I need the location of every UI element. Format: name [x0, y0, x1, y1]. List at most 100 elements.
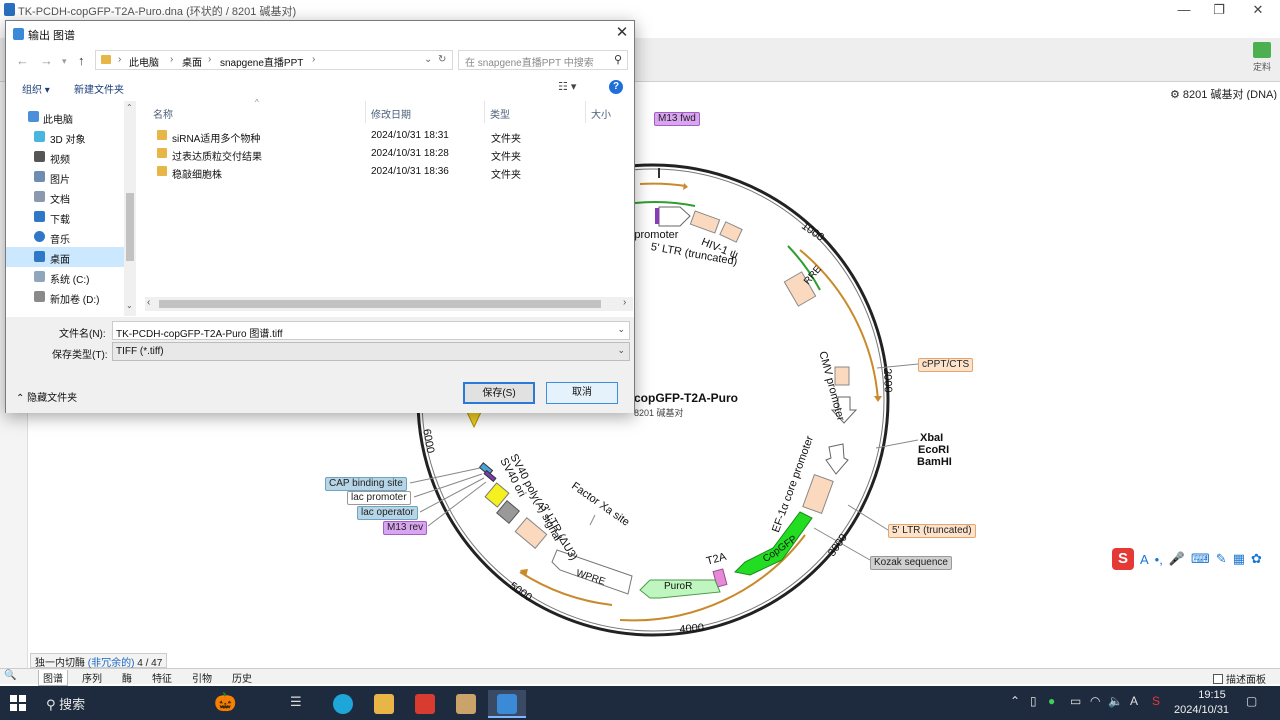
column-divider[interactable] — [585, 101, 586, 123]
ime-mode-icon[interactable]: A — [1130, 694, 1138, 708]
description-panel-toggle[interactable]: 描述面板 — [1213, 671, 1266, 686]
feature-label-lac-promoter[interactable]: lac promoter — [347, 491, 411, 505]
filename-input[interactable]: TK-PCDH-copGFP-T2A-Puro 图谱.tiff ⌄ — [112, 321, 630, 340]
notification-icon[interactable]: ▢ — [1246, 694, 1257, 708]
feature-label-cppt[interactable]: cPPT/CTS — [918, 358, 974, 372]
forward-arrow-icon[interactable]: → — [40, 53, 53, 68]
microphone-icon[interactable]: 🎤 — [1169, 551, 1185, 567]
feature-label-lac-operator[interactable]: lac operator — [357, 506, 418, 520]
enzyme-xbai[interactable]: XbaI — [920, 432, 943, 444]
wechat-icon[interactable]: ● — [1048, 694, 1055, 708]
apps-icon[interactable]: ▦ — [1233, 551, 1245, 567]
sogou-logo-icon[interactable]: S — [1112, 548, 1134, 570]
organize-button[interactable]: 组织 ▾ — [22, 81, 50, 96]
enzyme-bamhi[interactable]: BamHI — [917, 456, 952, 468]
unique-cutters-status[interactable]: 独一内切酶 (非冗余的) 4 / 47 — [30, 653, 168, 669]
nav-item-drive-d[interactable]: 新加卷 (D:) — [6, 287, 124, 307]
tab-map[interactable]: 图谱 — [38, 670, 68, 686]
clock-time[interactable]: 19:15 — [1192, 689, 1232, 701]
view-options-icon[interactable]: ☷ ▾ — [558, 80, 576, 93]
hide-folders-toggle[interactable]: ⌃ 隐藏文件夹 — [16, 389, 77, 404]
clock-date[interactable]: 2024/10/31 — [1174, 704, 1229, 716]
breadcrumb-desktop[interactable]: 桌面 — [182, 54, 202, 69]
phone-icon[interactable]: ▯ — [1030, 694, 1037, 708]
file-row[interactable]: siRNA适用多个物种 2024/10/31 18:31 文件夹 — [137, 127, 617, 145]
nav-item-downloads[interactable]: 下载 — [6, 207, 124, 227]
file-row[interactable]: 过表达质粒交付结果 2024/10/31 18:28 文件夹 — [137, 145, 617, 163]
feature-label-5ltr[interactable]: 5' LTR (truncated) — [888, 524, 976, 538]
address-dropdown-icon[interactable]: ⌄ — [424, 54, 432, 65]
nav-item-pictures[interactable]: 图片 — [6, 167, 124, 187]
horizontal-scrollbar[interactable]: ‹ › — [145, 297, 633, 311]
column-divider[interactable] — [365, 101, 366, 123]
nav-item-videos[interactable]: 视频 — [6, 147, 124, 167]
tray-expand-icon[interactable]: ⌃ — [1010, 694, 1020, 708]
nav-item-music[interactable]: 音乐 — [6, 227, 124, 247]
nav-item-drive-c[interactable]: 系统 (C:) — [6, 267, 124, 287]
scroll-left-icon[interactable]: ‹ — [147, 297, 150, 308]
display-icon[interactable]: ▭ — [1070, 694, 1081, 708]
chevron-down-icon[interactable]: ⌄ — [617, 324, 625, 335]
horizontal-scroll-thumb[interactable] — [159, 300, 601, 308]
ime-toolbar[interactable]: S A •, 🎤 ⌨ ✎ ▦ ✿ — [1112, 545, 1262, 573]
taskbar-app-w[interactable] — [447, 690, 485, 718]
tab-enzymes[interactable]: 酶 — [122, 670, 132, 685]
punctuation-icon[interactable]: •, — [1155, 552, 1163, 567]
taskbar-edge[interactable] — [324, 690, 362, 718]
breadcrumb-folder[interactable]: snapgene直播PPT — [220, 54, 303, 69]
tab-features[interactable]: 特征 — [152, 670, 172, 685]
taskbar-search[interactable]: ⚲ 搜索 — [46, 694, 85, 713]
feature-label-cap[interactable]: CAP binding site — [325, 477, 407, 491]
nav-item-this-pc[interactable]: 此电脑 — [6, 107, 124, 127]
new-folder-button[interactable]: 新建文件夹 — [74, 81, 124, 96]
taskbar-wps[interactable] — [406, 690, 444, 718]
column-type[interactable]: 类型 — [490, 106, 510, 121]
search-input[interactable]: 在 snapgene直播PPT 中搜索 ⚲ — [458, 50, 628, 70]
refresh-icon[interactable]: ↻ — [438, 54, 446, 65]
windows-start-icon[interactable] — [10, 695, 26, 711]
back-arrow-icon[interactable]: ← — [16, 53, 29, 68]
tab-history[interactable]: 历史 — [232, 670, 252, 685]
wifi-icon[interactable]: ◠ — [1090, 694, 1100, 708]
cancel-button[interactable]: 取消 — [546, 382, 618, 404]
sogou-tray-icon[interactable]: S — [1152, 694, 1160, 708]
zoom-icon[interactable]: 🔍 — [4, 670, 16, 681]
nav-item-documents[interactable]: 文档 — [6, 187, 124, 207]
file-row[interactable]: 稳敲细胞株 2024/10/31 18:36 文件夹 — [137, 163, 617, 181]
chevron-down-icon[interactable]: ⌄ — [617, 345, 625, 356]
keyboard-icon[interactable]: ⌨ — [1191, 551, 1210, 567]
scroll-up-icon[interactable]: ⌃ — [126, 103, 133, 112]
tab-primers[interactable]: 引物 — [192, 670, 212, 685]
volume-icon[interactable]: 🔈 — [1108, 694, 1123, 708]
column-name[interactable]: 名称 — [153, 106, 173, 121]
skin-icon[interactable]: ✎ — [1216, 551, 1227, 567]
column-date[interactable]: 修改日期 — [371, 106, 411, 121]
dialog-close-icon[interactable]: ✕ — [612, 23, 632, 41]
enzyme-ecori[interactable]: EcoRI — [918, 444, 949, 456]
task-view-icon[interactable]: ☰ — [290, 694, 302, 710]
font-icon[interactable]: A — [1140, 552, 1149, 567]
recent-dropdown-icon[interactable]: ▾ — [62, 56, 67, 67]
scroll-right-icon[interactable]: › — [623, 297, 626, 308]
filetype-select[interactable]: TIFF (*.tiff) ⌄ — [112, 342, 630, 361]
up-arrow-icon[interactable]: ↑ — [78, 53, 85, 68]
feature-label-m13-rev[interactable]: M13 rev — [383, 521, 428, 535]
nav-scroll-thumb[interactable] — [126, 193, 134, 261]
pumpkin-icon[interactable]: 🎃 — [214, 692, 236, 713]
file-list[interactable]: 名称 ^ 修改日期 类型 大小 siRNA适用多个物种 2024/10/31 1… — [137, 98, 634, 316]
help-icon[interactable]: ? — [609, 80, 623, 94]
taskbar-snapgene[interactable] — [488, 690, 526, 718]
navigation-pane[interactable]: 此电脑 3D 对象 视频 图片 文档 下载 音乐 桌面 系统 (C:) 新加卷 … — [6, 101, 137, 316]
tab-sequence[interactable]: 序列 — [82, 670, 102, 685]
breadcrumb-this-pc[interactable]: 此电脑 — [129, 54, 159, 69]
column-divider[interactable] — [484, 101, 485, 123]
feature-label-kozak[interactable]: Kozak sequence — [870, 556, 952, 570]
save-button[interactable]: 保存(S) — [463, 382, 535, 404]
checkbox-icon[interactable] — [1213, 674, 1223, 684]
nav-scrollbar[interactable]: ⌃ ⌄ — [124, 101, 136, 316]
scroll-down-icon[interactable]: ⌄ — [126, 301, 133, 310]
export-map-dialog[interactable]: 输出 图谱 ✕ ← → ▾ ↑ › 此电脑 › 桌面 › snapgene直播P… — [5, 20, 635, 413]
feature-label-m13-fwd[interactable]: M13 fwd — [654, 112, 700, 126]
search-icon[interactable]: ⚲ — [614, 53, 622, 66]
column-size[interactable]: 大小 — [591, 106, 611, 121]
